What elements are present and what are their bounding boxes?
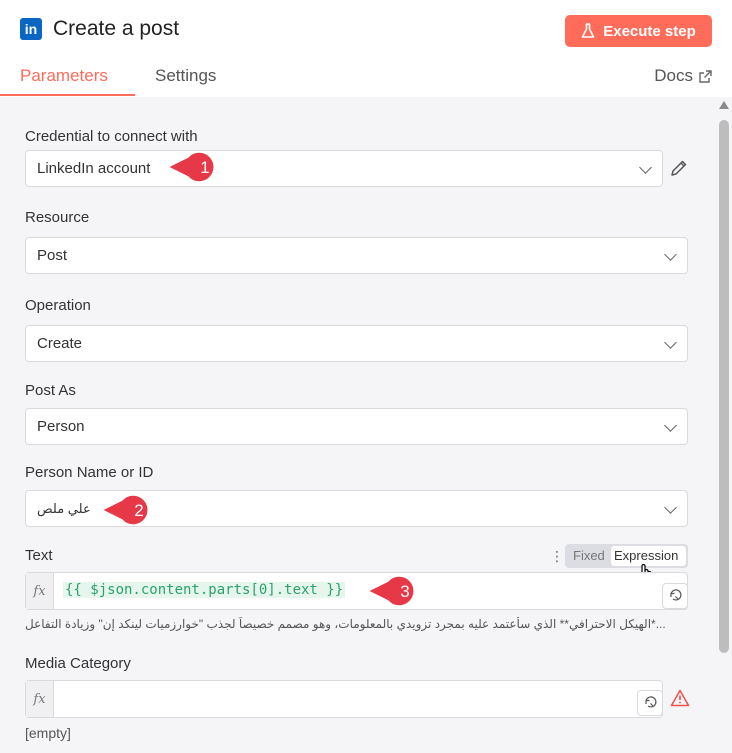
expand-editor-button[interactable] xyxy=(662,583,688,609)
annotation-badge-3: 3 xyxy=(366,575,415,607)
post-as-value: Person xyxy=(37,418,85,435)
fx-icon: fx xyxy=(26,681,54,717)
linkedin-logo-icon: in xyxy=(20,18,42,40)
empty-result-preview: [empty] xyxy=(25,725,71,741)
execute-step-button[interactable]: Execute step xyxy=(565,15,712,47)
docs-label: Docs xyxy=(654,66,693,85)
active-tab-indicator xyxy=(0,94,135,96)
post-as-select[interactable]: Person xyxy=(25,408,688,445)
annotation-number: 3 xyxy=(400,582,409,601)
node-header: in Create a post Execute step Parameters… xyxy=(0,0,732,97)
warning-triangle-icon[interactable] xyxy=(670,689,690,707)
edit-pencil-icon[interactable] xyxy=(669,158,689,178)
expression-value[interactable]: {{ $json.content.parts[0].text }} xyxy=(63,582,346,598)
text-expression-field[interactable]: fx {{ $json.content.parts[0].text }} xyxy=(25,572,688,610)
fx-icon: fx xyxy=(26,573,54,609)
tab-settings[interactable]: Settings xyxy=(155,66,216,86)
person-label: Person Name or ID xyxy=(25,464,154,481)
expression-result-preview: ...*الهيكل الاحترافي** الذي سأعتمد عليه … xyxy=(25,617,666,631)
execute-step-label: Execute step xyxy=(603,22,696,40)
credential-select[interactable]: LinkedIn account xyxy=(25,150,663,187)
chevron-down-icon xyxy=(639,161,652,174)
operation-select[interactable]: Create xyxy=(25,325,688,362)
fixed-expression-toggle[interactable]: Fixed Expression xyxy=(565,544,688,568)
scrollbar-thumb[interactable] xyxy=(719,120,729,653)
open-editor-icon xyxy=(670,589,682,601)
fixed-option[interactable]: Fixed xyxy=(573,548,605,563)
expand-editor-button[interactable] xyxy=(637,690,663,716)
chevron-down-icon xyxy=(664,336,677,349)
node-title: Create a post xyxy=(53,17,180,40)
options-kebab-icon[interactable]: ⋮ xyxy=(550,548,564,565)
chevron-down-icon xyxy=(664,501,677,514)
operation-label: Operation xyxy=(25,297,91,314)
annotation-number: 2 xyxy=(134,501,143,520)
operation-value: Create xyxy=(37,335,83,352)
flask-icon xyxy=(581,23,595,38)
annotation-badge-2: 2 xyxy=(100,494,149,526)
external-link-icon xyxy=(699,69,712,83)
resource-label: Resource xyxy=(25,209,90,226)
chevron-down-icon xyxy=(664,419,677,432)
resource-value: Post xyxy=(37,247,68,264)
chevron-down-icon xyxy=(664,248,677,261)
person-value: علي ملص xyxy=(37,500,91,516)
docs-link[interactable]: Docs xyxy=(654,66,712,86)
media-category-field[interactable]: fx xyxy=(25,680,663,718)
tab-parameters[interactable]: Parameters xyxy=(20,66,108,86)
scroll-up-arrow-icon[interactable] xyxy=(719,101,729,109)
credential-value: LinkedIn account xyxy=(37,160,151,177)
open-editor-icon xyxy=(645,696,657,708)
credential-label: Credential to connect with xyxy=(25,128,198,145)
media-category-label: Media Category xyxy=(25,655,131,672)
resource-select[interactable]: Post xyxy=(25,237,688,274)
text-label: Text xyxy=(25,547,53,564)
post-as-label: Post As xyxy=(25,382,76,399)
annotation-badge-1: 1 xyxy=(166,151,215,183)
annotation-number: 1 xyxy=(200,158,209,177)
